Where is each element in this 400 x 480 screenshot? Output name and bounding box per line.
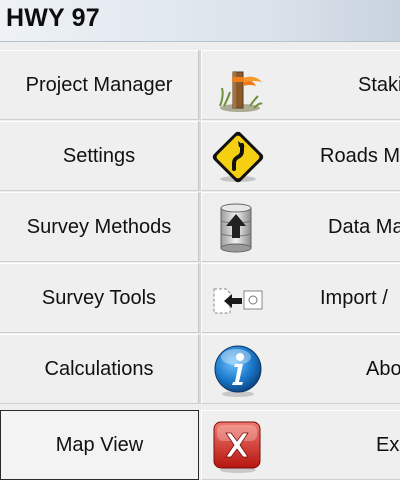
- menu-row: Project Manager Staki: [0, 50, 400, 120]
- exit-icon: [213, 421, 261, 473]
- import-export-button[interactable]: Import /: [201, 263, 400, 333]
- survey-tools-button[interactable]: Survey Tools: [0, 263, 199, 333]
- menu-row: Survey Methods Data Ma: [0, 192, 400, 262]
- map-view-label: Map View: [55, 433, 144, 456]
- about-button[interactable]: Abo: [201, 334, 400, 404]
- settings-label: Settings: [62, 144, 136, 167]
- survey-tools-label: Survey Tools: [41, 286, 157, 309]
- survey-methods-label: Survey Methods: [26, 215, 172, 238]
- survey-methods-button[interactable]: Survey Methods: [0, 192, 199, 262]
- exit-button[interactable]: Exi: [201, 410, 400, 480]
- data-manager-label: Data Ma: [328, 215, 400, 238]
- main-menu-grid: Project Manager Staki Settings Roads M S…: [0, 50, 400, 480]
- data-manager-button[interactable]: Data Ma: [201, 192, 400, 262]
- title-bar: HWY 97: [0, 0, 400, 42]
- settings-button[interactable]: Settings: [0, 121, 199, 191]
- project-manager-button[interactable]: Project Manager: [0, 50, 199, 120]
- roads-manager-label: Roads M: [320, 144, 400, 167]
- calculations-button[interactable]: Calculations: [0, 334, 199, 404]
- info-icon: [214, 345, 262, 397]
- menu-row: Settings Roads M: [0, 121, 400, 191]
- menu-row: Calculations Abo: [0, 334, 400, 404]
- roads-manager-button[interactable]: Roads M: [201, 121, 400, 191]
- import-export-label: Import /: [320, 286, 388, 309]
- database-upload-icon: [220, 203, 252, 253]
- exit-label: Exi: [376, 433, 400, 456]
- app-title: HWY 97: [6, 4, 100, 32]
- stake-icon: [219, 71, 263, 112]
- menu-row: Survey Tools Import /: [0, 263, 400, 333]
- project-manager-label: Project Manager: [25, 73, 173, 96]
- menu-row: Map View Exi: [0, 410, 400, 480]
- staking-button[interactable]: Staki: [201, 50, 400, 120]
- staking-label: Staki: [358, 73, 400, 96]
- road-sign-icon: [212, 131, 264, 183]
- calculations-label: Calculations: [44, 357, 154, 380]
- map-view-button[interactable]: Map View: [0, 410, 199, 480]
- about-label: Abo: [366, 357, 400, 380]
- import-icon: [213, 288, 263, 314]
